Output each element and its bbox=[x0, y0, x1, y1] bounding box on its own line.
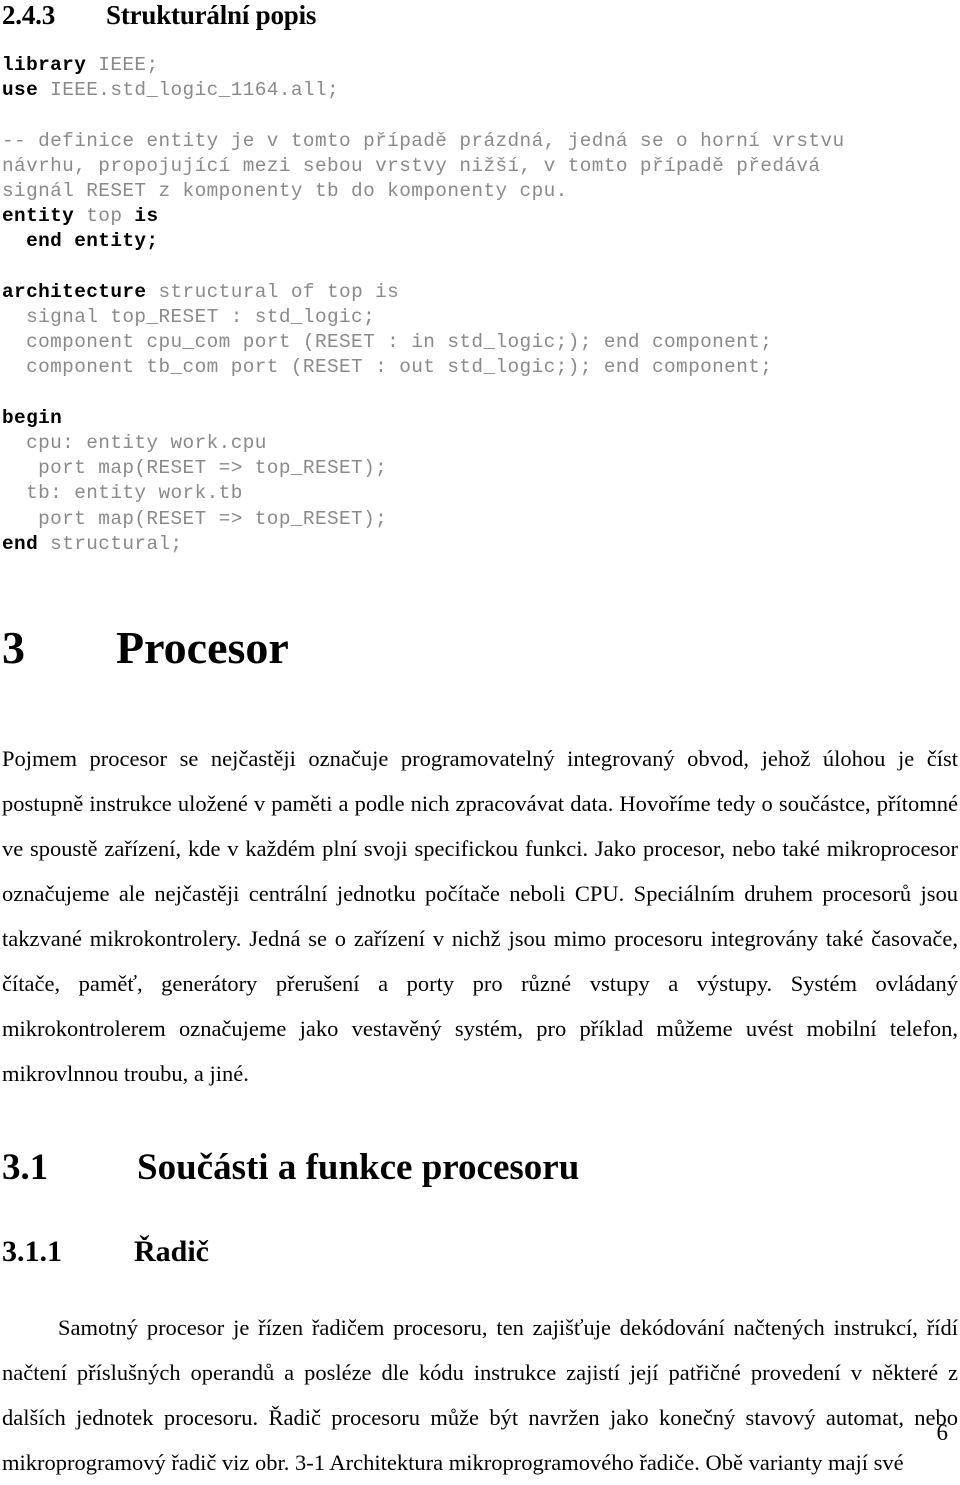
code-line: entity top is bbox=[2, 204, 958, 229]
code-text: signal top_RESET : std_logic; bbox=[2, 306, 376, 328]
code-text: cpu: entity work.cpu bbox=[2, 432, 267, 454]
code-line: signal top_RESET : std_logic; bbox=[2, 305, 958, 330]
code-line: component cpu_com port (RESET : in std_l… bbox=[2, 330, 958, 355]
section-title: Procesor bbox=[116, 622, 289, 674]
code-line: component tb_com port (RESET : out std_l… bbox=[2, 355, 958, 380]
code-text: component tb_com port (RESET : out std_l… bbox=[2, 356, 773, 379]
code-text: top bbox=[86, 205, 135, 228]
code-text: IEEE.std_logic_1164.all; bbox=[50, 79, 340, 102]
code-line: library IEEE; bbox=[2, 53, 958, 78]
code-line: návrhu, propojující mezi sebou vrstvy ni… bbox=[2, 154, 958, 179]
section-title: Strukturální popis bbox=[106, 0, 317, 30]
code-text: signál RESET z komponenty tb do komponen… bbox=[2, 180, 568, 202]
section-heading-3-1: 3.1 Součásti a funkce procesoru bbox=[2, 1146, 958, 1189]
paragraph-radic-body: Samotný procesor je řízen řadičem proces… bbox=[2, 1315, 958, 1476]
code-keyword: is bbox=[134, 205, 159, 228]
vhdl-code-block: library IEEE; use IEEE.std_logic_1164.all… bbox=[2, 53, 958, 557]
code-text: structural; bbox=[50, 532, 183, 555]
code-keyword: end bbox=[2, 532, 51, 555]
section-heading-2-4-3: 2.4.3 Strukturální popis bbox=[2, 0, 958, 31]
section-number: 3 bbox=[2, 622, 25, 674]
code-line: port map(RESET => top_RESET); bbox=[2, 456, 958, 481]
code-line: signál RESET z komponenty tb do komponen… bbox=[2, 179, 958, 204]
paragraph-procesor-intro: Pojmem procesor se nejčastěji označuje p… bbox=[2, 746, 958, 1087]
code-text: návrhu, propojující mezi sebou vrstvy ni… bbox=[2, 154, 821, 177]
section-number: 3.1 bbox=[2, 1147, 49, 1189]
code-text: IEEE; bbox=[98, 54, 159, 76]
section-heading-3: 3 Procesor bbox=[2, 621, 958, 674]
code-text: tb: entity work.tb bbox=[2, 482, 243, 505]
section-heading-3-1-1: 3.1.1 Řadič bbox=[2, 1235, 958, 1269]
code-line: begin bbox=[2, 406, 958, 431]
code-text: structural of top is bbox=[158, 280, 400, 303]
code-text: port map(RESET => top_RESET); bbox=[2, 507, 388, 530]
code-line: end structural; bbox=[2, 532, 958, 557]
code-line: tb: entity work.tb bbox=[2, 481, 958, 506]
code-line: -- definice entity je v tomto případě pr… bbox=[2, 129, 958, 154]
code-keyword: architecture bbox=[2, 280, 159, 303]
section-number: 2.4.3 bbox=[2, 0, 56, 30]
code-keyword: begin bbox=[2, 406, 63, 429]
code-line: architecture structural of top is bbox=[2, 280, 958, 305]
code-keyword: use bbox=[2, 79, 51, 102]
document-page: 2.4.3 Strukturální popis library IEEE; us… bbox=[0, 0, 960, 1475]
code-text: port map(RESET => top_RESET); bbox=[2, 457, 388, 480]
code-keyword: entity bbox=[2, 205, 87, 228]
page-number: 6 bbox=[936, 1420, 949, 1445]
code-line: end entity; bbox=[2, 229, 958, 254]
code-keyword: end entity; bbox=[2, 230, 159, 253]
section-title: Součásti a funkce procesoru bbox=[137, 1147, 580, 1189]
code-text: -- definice entity je v tomto případě pr… bbox=[2, 129, 845, 152]
code-line: port map(RESET => top_RESET); bbox=[2, 507, 958, 532]
code-keyword: library bbox=[2, 54, 99, 76]
code-line: use IEEE.std_logic_1164.all; bbox=[2, 78, 958, 103]
code-text: component cpu_com port (RESET : in std_l… bbox=[2, 331, 773, 354]
code-line: cpu: entity work.cpu bbox=[2, 431, 958, 456]
section-number: 3.1.1 bbox=[2, 1235, 62, 1269]
section-title: Řadič bbox=[134, 1235, 209, 1269]
